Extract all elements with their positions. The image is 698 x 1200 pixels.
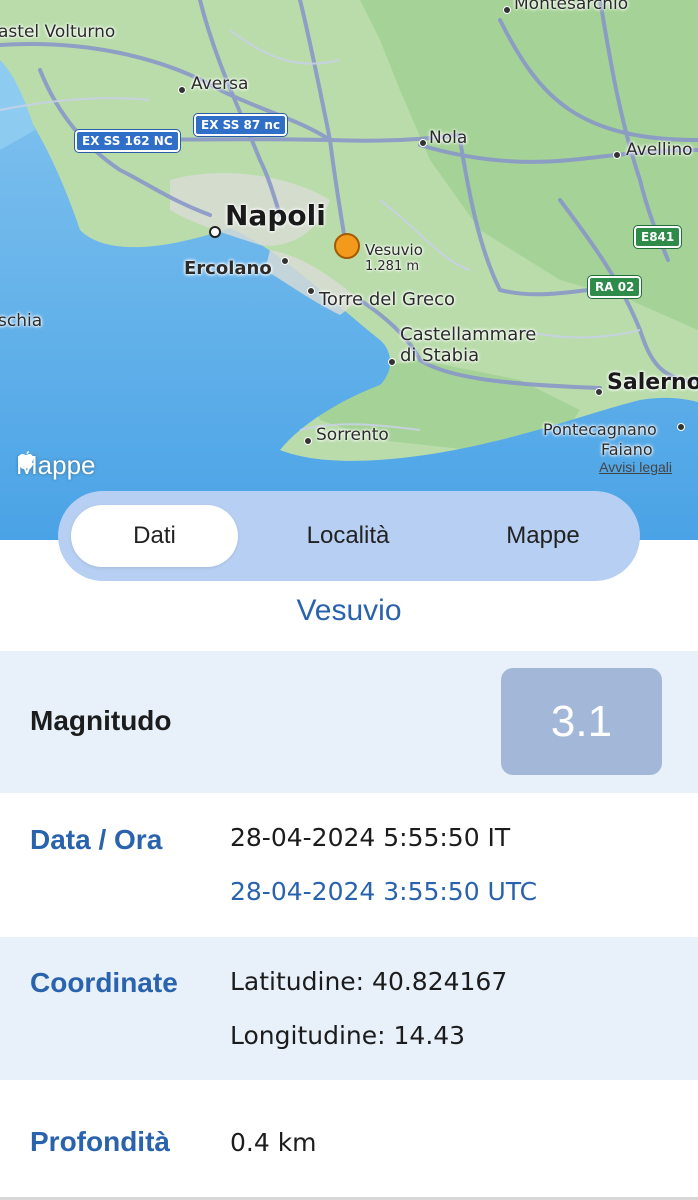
map-dot-sorrento (304, 437, 312, 445)
coordinates-label: Coordinate (30, 967, 178, 998)
apple-logo-icon (18, 451, 34, 469)
map-dot-nola (419, 139, 427, 147)
map-background (0, 0, 698, 540)
map-label-castellammare-1: Castellammare (400, 324, 537, 345)
datetime-label: Data / Ora (30, 824, 163, 855)
magnitude-row: Magnitudo 3.1 (0, 651, 698, 793)
earthquake-marker[interactable] (334, 233, 360, 259)
map-label-salerno: Salerno (607, 370, 698, 395)
apple-maps-attribution: Mappe (16, 450, 96, 481)
road-shield-ex-ss-162: EX SS 162 NC (75, 130, 180, 152)
map-label-avellino: Avellino (626, 140, 693, 160)
place-title: Vesuvio (296, 594, 402, 627)
map-label-aversa: Aversa (191, 74, 249, 94)
datetime-row: Data / Ora 28-04-2024 5:55:50 IT 28-04-2… (0, 793, 698, 937)
tab-dati[interactable]: Dati (71, 505, 238, 567)
latitude-value: Latitudine: 40.824167 (230, 967, 508, 996)
map-dot-napoli (209, 226, 221, 238)
legal-notices-link[interactable]: Avvisi legali (599, 459, 672, 475)
map-label-nola: Nola (429, 128, 468, 148)
map-dot-pontecagnano (677, 423, 685, 431)
depth-value: 0.4 km (230, 1128, 317, 1157)
map-label-ercolano: Ercolano (184, 258, 272, 279)
coordinates-row: Coordinate Latitudine: 40.824167 Longitu… (0, 937, 698, 1080)
map-label-pontecagnano-1: Pontecagnano (543, 420, 657, 439)
map-view[interactable]: astel Volturno Montesarchio Aversa Nola … (0, 0, 698, 540)
map-label-castellammare-2: di Stabia (400, 345, 480, 366)
map-label-napoli: Napoli (225, 199, 326, 232)
road-shield-e841: E841 (634, 226, 682, 248)
map-dot-salerno (595, 388, 603, 396)
depth-label: Profondità (30, 1126, 170, 1157)
map-dot-aversa (178, 86, 186, 94)
map-dot-castellammare (388, 358, 396, 366)
map-dot-torre-del-greco (307, 287, 315, 295)
map-label-torre-del-greco: Torre del Greco (319, 289, 455, 310)
map-label-ischia: schia (0, 311, 43, 331)
tab-mappe[interactable]: Mappe (458, 505, 628, 567)
map-label-vesuvio: Vesuvio (365, 241, 423, 259)
map-dot-avellino (613, 151, 621, 159)
datetime-local: 28-04-2024 5:55:50 IT (230, 823, 511, 852)
map-dot-montesarchio (503, 6, 511, 14)
magnitude-value: 3.1 (501, 668, 662, 775)
map-label-pontecagnano-2: Faiano (601, 440, 653, 459)
road-shield-ra02: RA 02 (588, 276, 642, 298)
map-label-castel-volturno: astel Volturno (0, 22, 116, 42)
depth-row: Profondità 0.4 km (0, 1080, 698, 1200)
tab-localita[interactable]: Località (263, 505, 433, 567)
longitude-value: Longitudine: 14.43 (230, 1021, 466, 1050)
view-segmented-control: Dati Località Mappe (58, 491, 640, 581)
magnitude-label: Magnitudo (30, 705, 172, 736)
map-label-montesarchio: Montesarchio (514, 0, 629, 14)
map-label-sorrento: Sorrento (316, 425, 389, 445)
map-dot-ercolano (281, 257, 289, 265)
road-shield-ex-ss-87: EX SS 87 nc (194, 114, 288, 136)
map-label-vesuvio-altitude: 1.281 m (365, 259, 420, 274)
datetime-utc: 28-04-2024 3:55:50 UTC (230, 877, 538, 906)
